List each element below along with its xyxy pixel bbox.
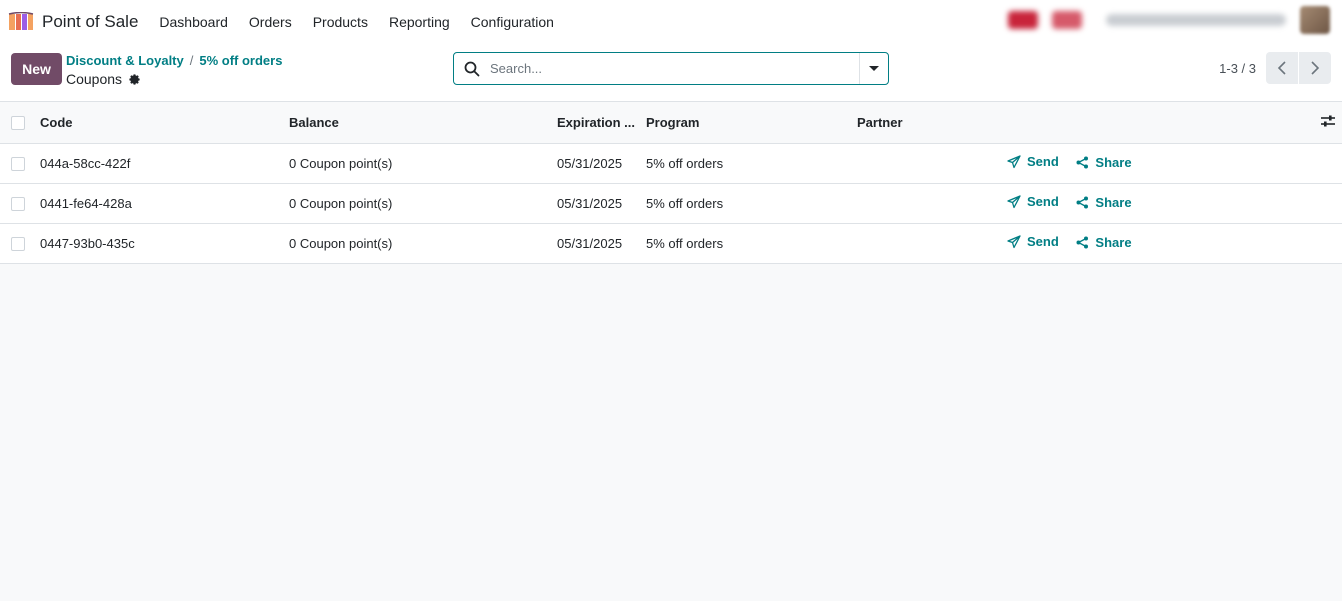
company-switcher[interactable] (1106, 14, 1286, 26)
share-icon (1076, 196, 1089, 209)
messaging-icon[interactable] (1052, 11, 1082, 29)
menu-dashboard[interactable]: Dashboard (159, 14, 228, 30)
table-row[interactable]: 044a-58cc-422f 0 Coupon point(s) 05/31/2… (0, 143, 1342, 184)
search-icon (464, 61, 480, 76)
share-label: Share (1095, 154, 1132, 170)
cell-program[interactable]: 5% off orders (646, 143, 857, 184)
paper-plane-icon (1007, 195, 1021, 208)
cell-expiration[interactable]: 05/31/2025 (557, 223, 646, 264)
send-button[interactable]: Send (1007, 194, 1059, 209)
search-input[interactable] (488, 60, 859, 77)
cell-partner[interactable] (857, 183, 1003, 224)
optional-columns-sliders-icon[interactable] (1321, 114, 1335, 128)
row-checkbox[interactable] (11, 156, 25, 171)
send-label: Send (1027, 154, 1059, 170)
send-label: Send (1027, 234, 1059, 250)
send-label: Send (1027, 194, 1059, 210)
pager: 1-3 / 3 (1219, 52, 1331, 84)
chevron-right-icon (1311, 61, 1320, 75)
cell-balance[interactable]: 0 Coupon point(s) (289, 143, 557, 184)
search-options-toggle[interactable] (859, 53, 888, 84)
breadcrumb-discount-loyalty[interactable]: Discount & Loyalty (66, 53, 184, 68)
pager-value[interactable]: 1-3 / 3 (1219, 61, 1256, 76)
column-header-partner[interactable]: Partner (857, 102, 1003, 144)
send-button[interactable]: Send (1007, 154, 1059, 169)
breadcrumb: Discount & Loyalty / 5% off orders (66, 53, 282, 68)
menu-reporting[interactable]: Reporting (389, 14, 450, 30)
cell-partner[interactable] (857, 223, 1003, 264)
column-header-program[interactable]: Program (646, 102, 857, 144)
cell-code[interactable]: 0441-fe64-428a (40, 183, 289, 224)
pager-previous-button[interactable] (1266, 52, 1298, 84)
cell-expiration[interactable]: 05/31/2025 (557, 143, 646, 184)
cell-program[interactable]: 5% off orders (646, 183, 857, 224)
cell-expiration[interactable]: 05/31/2025 (557, 183, 646, 224)
systray (1008, 6, 1330, 34)
share-icon (1076, 236, 1089, 249)
breadcrumb-separator: / (189, 53, 194, 68)
menu-orders[interactable]: Orders (249, 14, 292, 30)
share-button[interactable]: Share (1076, 194, 1132, 210)
share-button[interactable]: Share (1076, 154, 1132, 170)
coupon-list-table: Code Balance Expiration ... Program Part… (0, 102, 1342, 264)
cell-program[interactable]: 5% off orders (646, 223, 857, 264)
table-header-row: Code Balance Expiration ... Program Part… (0, 102, 1342, 144)
activity-icon[interactable] (1008, 11, 1038, 29)
cell-code[interactable]: 044a-58cc-422f (40, 143, 289, 184)
column-header-expiration[interactable]: Expiration ... (557, 102, 646, 144)
row-checkbox[interactable] (11, 196, 25, 211)
chevron-left-icon (1277, 61, 1286, 75)
menu-products[interactable]: Products (313, 14, 368, 30)
share-icon (1076, 156, 1089, 169)
cell-partner[interactable] (857, 143, 1003, 184)
row-checkbox[interactable] (11, 236, 25, 251)
send-button[interactable]: Send (1007, 234, 1059, 249)
current-view: Coupons (66, 71, 141, 87)
caret-down-icon (869, 66, 879, 71)
gear-icon[interactable] (128, 73, 141, 86)
share-label: Share (1095, 234, 1132, 250)
top-navbar: Point of Sale Dashboard Orders Products … (0, 0, 1342, 44)
pager-next-button[interactable] (1299, 52, 1331, 84)
share-button[interactable]: Share (1076, 234, 1132, 250)
new-button[interactable]: New (11, 53, 62, 85)
column-header-code[interactable]: Code (40, 102, 289, 144)
search-bar (453, 52, 889, 85)
cell-balance[interactable]: 0 Coupon point(s) (289, 183, 557, 224)
column-header-balance[interactable]: Balance (289, 102, 557, 144)
control-panel: New Discount & Loyalty / 5% off orders Cou… (0, 44, 1342, 102)
pos-app-logo-icon[interactable] (8, 12, 34, 32)
share-label: Share (1095, 194, 1132, 210)
user-avatar[interactable] (1300, 6, 1330, 34)
select-all-checkbox[interactable] (11, 116, 25, 131)
menu-configuration[interactable]: Configuration (471, 14, 554, 30)
table-row[interactable]: 0441-fe64-428a 0 Coupon point(s) 05/31/2… (0, 183, 1342, 224)
current-view-title: Coupons (66, 71, 123, 87)
paper-plane-icon (1007, 235, 1021, 248)
app-title[interactable]: Point of Sale (42, 12, 138, 32)
table-row[interactable]: 0447-93b0-435c 0 Coupon point(s) 05/31/2… (0, 223, 1342, 264)
breadcrumb-program[interactable]: 5% off orders (199, 53, 282, 68)
cell-balance[interactable]: 0 Coupon point(s) (289, 223, 557, 264)
cell-code[interactable]: 0447-93b0-435c (40, 223, 289, 264)
paper-plane-icon (1007, 155, 1021, 168)
